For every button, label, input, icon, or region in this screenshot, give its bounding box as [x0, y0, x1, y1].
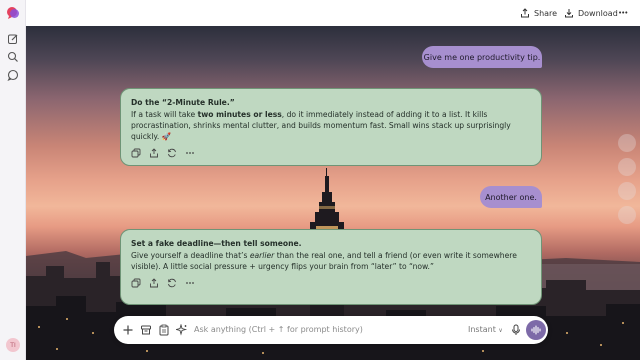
share-label: Share: [534, 8, 558, 18]
prompt-composer: Ask anything (Ctrl + ↑ for prompt histor…: [114, 316, 548, 344]
share-icon: [521, 8, 529, 18]
prompt-input[interactable]: Ask anything (Ctrl + ↑ for prompt histor…: [194, 325, 363, 334]
message-body: Give yourself a deadline that’s earlier …: [131, 251, 517, 271]
sparkles-icon[interactable]: [176, 324, 188, 336]
share-icon[interactable]: [149, 278, 159, 288]
assistant-message: Do the “2-Minute Rule.” If a task will t…: [120, 88, 542, 166]
chat-area: Give me one productivity tip. Do the “2-…: [26, 26, 640, 360]
city-skyline-background: [26, 168, 640, 360]
top-bar: Share Download •••: [26, 0, 640, 26]
regenerate-icon[interactable]: [167, 278, 177, 288]
clipboard-icon[interactable]: [158, 324, 170, 336]
left-sidebar: TI: [0, 0, 26, 360]
mode-selector[interactable]: Instant ∨: [468, 325, 503, 334]
more-icon[interactable]: [185, 278, 195, 288]
voice-mode-button[interactable]: [526, 320, 546, 340]
message-title: Do the “2-Minute Rule.”: [131, 98, 235, 107]
archive-icon[interactable]: [140, 324, 152, 336]
avatar[interactable]: TI: [6, 338, 20, 352]
download-button[interactable]: Download: [564, 6, 618, 20]
assistant-message: Set a fake deadline—then tell someone. G…: [120, 229, 542, 305]
chat-bubble-icon[interactable]: [7, 69, 19, 81]
user-message: Give me one productivity tip.: [422, 46, 542, 68]
more-icon[interactable]: [185, 148, 195, 158]
message-body: If a task will take two minutes or less,…: [131, 110, 511, 141]
search-icon[interactable]: [7, 51, 19, 63]
message-title: Set a fake deadline—then tell someone.: [131, 239, 302, 248]
chevron-down-icon: ∨: [498, 327, 503, 334]
more-options-button[interactable]: •••: [618, 6, 628, 20]
regenerate-icon[interactable]: [167, 148, 177, 158]
side-action-button[interactable]: [618, 158, 636, 176]
new-chat-icon[interactable]: [7, 33, 19, 45]
side-action-button[interactable]: [618, 182, 636, 200]
copy-icon[interactable]: [131, 278, 141, 288]
copy-icon[interactable]: [131, 148, 141, 158]
download-icon: [565, 9, 573, 18]
side-action-button[interactable]: [618, 134, 636, 152]
add-icon[interactable]: [122, 324, 134, 336]
logo-icon[interactable]: [6, 6, 20, 20]
microphone-icon[interactable]: [510, 324, 522, 336]
download-label: Download: [578, 8, 618, 18]
mode-label: Instant: [468, 325, 496, 334]
message-actions: [131, 278, 531, 288]
rocket-emoji: 🚀: [161, 132, 172, 141]
waveform-icon: [531, 325, 541, 335]
share-icon[interactable]: [149, 148, 159, 158]
side-action-button[interactable]: [618, 206, 636, 224]
share-button[interactable]: Share: [520, 6, 557, 20]
message-actions: [131, 148, 531, 158]
user-message: Another one.: [480, 186, 542, 208]
